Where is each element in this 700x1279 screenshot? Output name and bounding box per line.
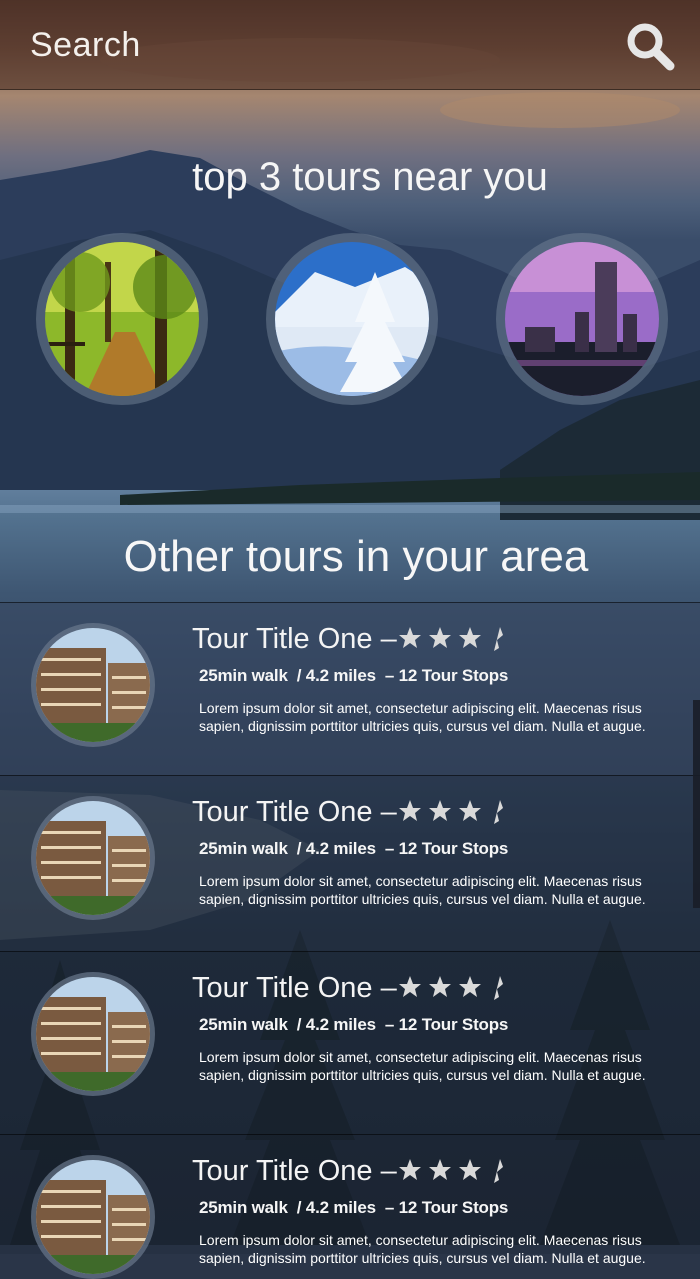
scrollbar[interactable] <box>693 700 700 908</box>
star-rating <box>399 976 503 1000</box>
top-tour-city[interactable] <box>496 233 668 405</box>
tour-description: Lorem ipsum dolor sit amet, consectetur … <box>199 1232 646 1266</box>
tour-thumbnail <box>31 796 155 920</box>
star-icon <box>429 976 451 997</box>
building-image <box>36 1160 150 1274</box>
city-skyline-image <box>505 242 659 396</box>
tour-description: Lorem ipsum dolor sit amet, consectetur … <box>199 1049 646 1083</box>
star-icon <box>459 976 481 997</box>
star-rating <box>399 800 503 824</box>
search-field[interactable]: Search <box>30 26 141 65</box>
tour-list-item[interactable]: Tour Title One – 25min walk / 4.2 miles … <box>0 951 700 1134</box>
tour-meta: 25min walk / 4.2 miles – 12 Tour Stops <box>199 1198 509 1217</box>
building-image <box>36 977 150 1091</box>
tour-list-item[interactable]: Tour Title One – 25min walk / 4.2 miles … <box>0 1134 700 1279</box>
tour-title: Tour Title One – <box>192 623 397 655</box>
building-image <box>36 801 150 915</box>
top-tours-title: top 3 tours near you <box>192 155 548 199</box>
half-star-icon <box>494 976 503 1000</box>
star-icon <box>399 627 421 648</box>
tour-thumbnail <box>31 623 155 747</box>
tour-thumbnail <box>31 972 155 1096</box>
tour-title: Tour Title One – <box>192 796 397 828</box>
star-rating <box>399 1159 503 1183</box>
star-icon <box>459 1159 481 1180</box>
star-icon <box>429 1159 451 1180</box>
half-star-icon <box>494 800 503 824</box>
tour-list-item[interactable]: Tour Title One – 25min walk / 4.2 miles … <box>0 775 700 951</box>
tour-thumbnail <box>31 1155 155 1279</box>
other-tours-title: Other tours in your area <box>123 532 589 581</box>
building-image <box>36 628 150 742</box>
tour-meta: 25min walk / 4.2 miles – 12 Tour Stops <box>199 839 509 858</box>
tour-meta: 25min walk / 4.2 miles – 12 Tour Stops <box>199 666 509 685</box>
snowy-tree-image <box>275 242 429 396</box>
tour-meta: 25min walk / 4.2 miles – 12 Tour Stops <box>199 1015 509 1034</box>
star-icon <box>429 800 451 821</box>
star-icon <box>399 1159 421 1180</box>
half-star-icon <box>494 627 503 651</box>
star-rating <box>399 627 503 651</box>
star-icon <box>399 800 421 821</box>
tour-description: Lorem ipsum dolor sit amet, consectetur … <box>199 700 646 734</box>
star-icon <box>429 627 451 648</box>
tour-title: Tour Title One – <box>192 1155 397 1187</box>
top-tour-snow[interactable] <box>266 233 438 405</box>
top-tour-forest[interactable] <box>36 233 208 405</box>
search-icon[interactable] <box>624 20 678 74</box>
tour-title: Tour Title One – <box>192 972 397 1004</box>
tour-description: Lorem ipsum dolor sit amet, consectetur … <box>199 873 646 907</box>
star-icon <box>459 627 481 648</box>
star-icon <box>459 800 481 821</box>
half-star-icon <box>494 1159 503 1183</box>
forest-path-image <box>45 242 199 396</box>
tour-list-item[interactable]: Tour Title One – 25min walk / 4.2 miles … <box>0 602 700 775</box>
app-header: Search <box>0 0 700 90</box>
star-icon <box>399 976 421 997</box>
